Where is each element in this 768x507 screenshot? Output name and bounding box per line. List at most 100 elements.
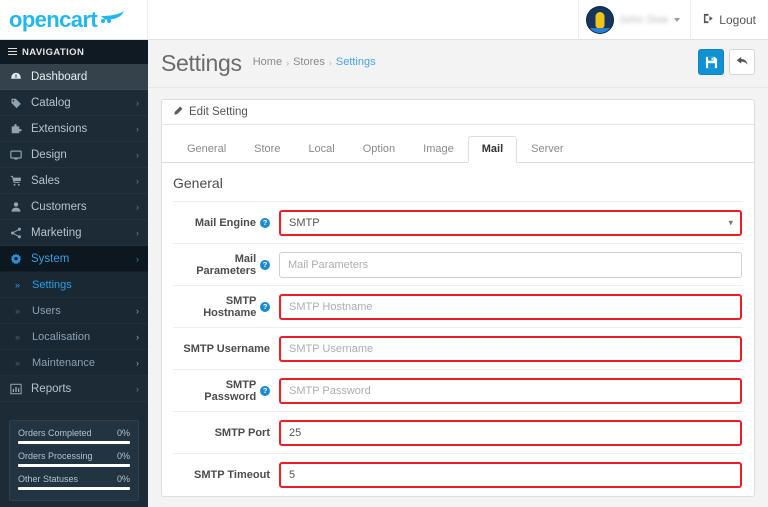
- tab-server[interactable]: Server: [517, 136, 577, 163]
- smtp-password-input[interactable]: [279, 377, 742, 404]
- logo-text: opencart: [9, 7, 98, 32]
- stat-value: 0%: [116, 474, 130, 484]
- field-label-smtp-hostname: SMTP Hostname ?: [173, 295, 279, 319]
- stat-row: Orders Completed 0%: [18, 428, 130, 444]
- stat-value: 0%: [116, 451, 130, 461]
- sidebar-item-arrow: ›: [136, 201, 139, 212]
- sidebar-item-arrow: ›: [136, 97, 139, 108]
- sidebar-item-reports[interactable]: Reports ›: [0, 376, 148, 402]
- sidebar-item-catalog[interactable]: Catalog ›: [0, 90, 148, 116]
- user-menu[interactable]: John Doe: [577, 0, 692, 40]
- puzzle-icon: [9, 123, 23, 135]
- sidebar-subitem-label: Localisation: [32, 330, 91, 343]
- user-name: John Doe: [618, 14, 669, 26]
- bar-chart-icon: [9, 383, 23, 395]
- sidebar-subitem-label: Maintenance: [32, 356, 95, 369]
- back-button[interactable]: [729, 49, 755, 75]
- field-label-smtp-port: SMTP Port: [214, 426, 270, 439]
- form-row-mail-parameters: Mail Parameters ?: [173, 244, 743, 287]
- cart-icon: [9, 175, 23, 187]
- sidebar-subitem-localisation[interactable]: » Localisation ›: [0, 324, 148, 350]
- edit-setting-panel: Edit Setting General Store Local Option …: [161, 99, 755, 498]
- breadcrumb-item-home[interactable]: Home: [253, 56, 282, 68]
- smtp-username-input[interactable]: [279, 335, 742, 362]
- sidebar-subitem-arrow: ›: [136, 331, 139, 342]
- form-row-smtp-port: SMTP Port: [173, 412, 743, 455]
- tab-image[interactable]: Image: [409, 136, 468, 163]
- share-icon: [9, 227, 23, 239]
- sidebar-item-arrow: ›: [136, 123, 139, 134]
- field-label-smtp-timeout: SMTP Timeout: [194, 469, 270, 482]
- help-icon[interactable]: ?: [260, 301, 270, 312]
- panel-header: Edit Setting: [162, 100, 754, 125]
- help-icon[interactable]: ?: [260, 385, 270, 396]
- chevron-down-icon: [674, 18, 681, 22]
- tab-store[interactable]: Store: [240, 136, 294, 163]
- help-icon[interactable]: ?: [260, 217, 270, 228]
- sidebar-subitem-users[interactable]: » Users ›: [0, 298, 148, 324]
- sidebar-item-extensions[interactable]: Extensions ›: [0, 116, 148, 142]
- order-stats-panel: Orders Completed 0% Orders Processing 0%…: [9, 420, 139, 501]
- logout-button[interactable]: Logout: [691, 0, 768, 40]
- field-label-mail-engine: Mail Engine ?: [173, 217, 279, 229]
- sidebar-item-dashboard[interactable]: Dashboard: [0, 64, 148, 90]
- sidebar-item-system[interactable]: System ›: [0, 246, 148, 272]
- sidebar-subitem-arrow: ›: [136, 357, 139, 368]
- sign-out-icon: [703, 13, 714, 27]
- breadcrumb: Home › Stores › Settings: [253, 56, 376, 71]
- sidebar-item-label: Marketing: [31, 226, 82, 239]
- sidebar-subitem-settings[interactable]: » Settings: [0, 272, 148, 298]
- page-title: Settings: [161, 50, 242, 76]
- stat-label: Orders Completed: [18, 428, 92, 438]
- progress-fill: [18, 464, 130, 467]
- sidebar-subitem-maintenance[interactable]: » Maintenance ›: [0, 350, 148, 376]
- top-bar-right: John Doe Logout: [577, 0, 768, 40]
- brand-logo[interactable]: opencart: [0, 0, 148, 40]
- settings-tabs: General Store Local Option Image Mail Se…: [162, 125, 754, 164]
- mail-engine-select[interactable]: SMTP: [279, 209, 742, 236]
- logout-label: Logout: [719, 13, 756, 27]
- sidebar-item-arrow: ›: [136, 149, 139, 160]
- sidebar-item-marketing[interactable]: Marketing ›: [0, 220, 148, 246]
- chevron-right-icon: »: [15, 305, 21, 316]
- tab-general[interactable]: General: [173, 136, 240, 163]
- sidebar-item-arrow: ›: [136, 227, 139, 238]
- sidebar-subitem-label: Users: [32, 304, 61, 317]
- help-icon[interactable]: ?: [260, 259, 270, 270]
- bars-icon: [8, 47, 17, 57]
- sidebar-item-label: Catalog: [31, 96, 71, 109]
- sidebar-item-label: Extensions: [31, 122, 88, 135]
- navigation-header[interactable]: NAVIGATION: [0, 40, 148, 64]
- stat-label: Orders Processing: [18, 451, 93, 461]
- save-button[interactable]: [698, 49, 724, 75]
- sidebar-item-arrow: ›: [136, 175, 139, 186]
- panel-header-label: Edit Setting: [189, 106, 248, 118]
- tab-mail[interactable]: Mail: [467, 136, 518, 164]
- progress-fill: [18, 441, 130, 444]
- breadcrumb-item-settings[interactable]: Settings: [336, 56, 376, 68]
- smtp-port-input[interactable]: [279, 419, 742, 446]
- sidebar-item-arrow: ›: [136, 383, 139, 394]
- breadcrumb-item-stores[interactable]: Stores: [293, 56, 325, 68]
- sidebar-item-label: Design: [31, 148, 67, 161]
- stat-row: Other Statuses 0%: [18, 474, 130, 490]
- mail-parameters-input[interactable]: [279, 251, 742, 278]
- chevron-right-icon: »: [15, 357, 21, 368]
- section-title: General: [173, 163, 743, 203]
- tab-local[interactable]: Local: [294, 136, 348, 163]
- navigation-header-label: NAVIGATION: [22, 46, 85, 58]
- desktop-icon: [9, 149, 23, 161]
- sidebar-item-sales[interactable]: Sales ›: [0, 168, 148, 194]
- header-actions: [698, 49, 755, 75]
- sidebar-item-label: System: [31, 252, 70, 265]
- progress-fill: [18, 487, 130, 490]
- sidebar-item-label: Dashboard: [31, 70, 88, 83]
- sidebar-item-customers[interactable]: Customers ›: [0, 194, 148, 220]
- progress-track: [18, 487, 130, 490]
- smtp-hostname-input[interactable]: [279, 293, 742, 320]
- tab-option[interactable]: Option: [349, 136, 409, 163]
- smtp-timeout-input[interactable]: [279, 462, 742, 489]
- sidebar-subitem-label: Settings: [32, 278, 72, 291]
- sidebar-item-design[interactable]: Design ›: [0, 142, 148, 168]
- stat-row: Orders Processing 0%: [18, 451, 130, 467]
